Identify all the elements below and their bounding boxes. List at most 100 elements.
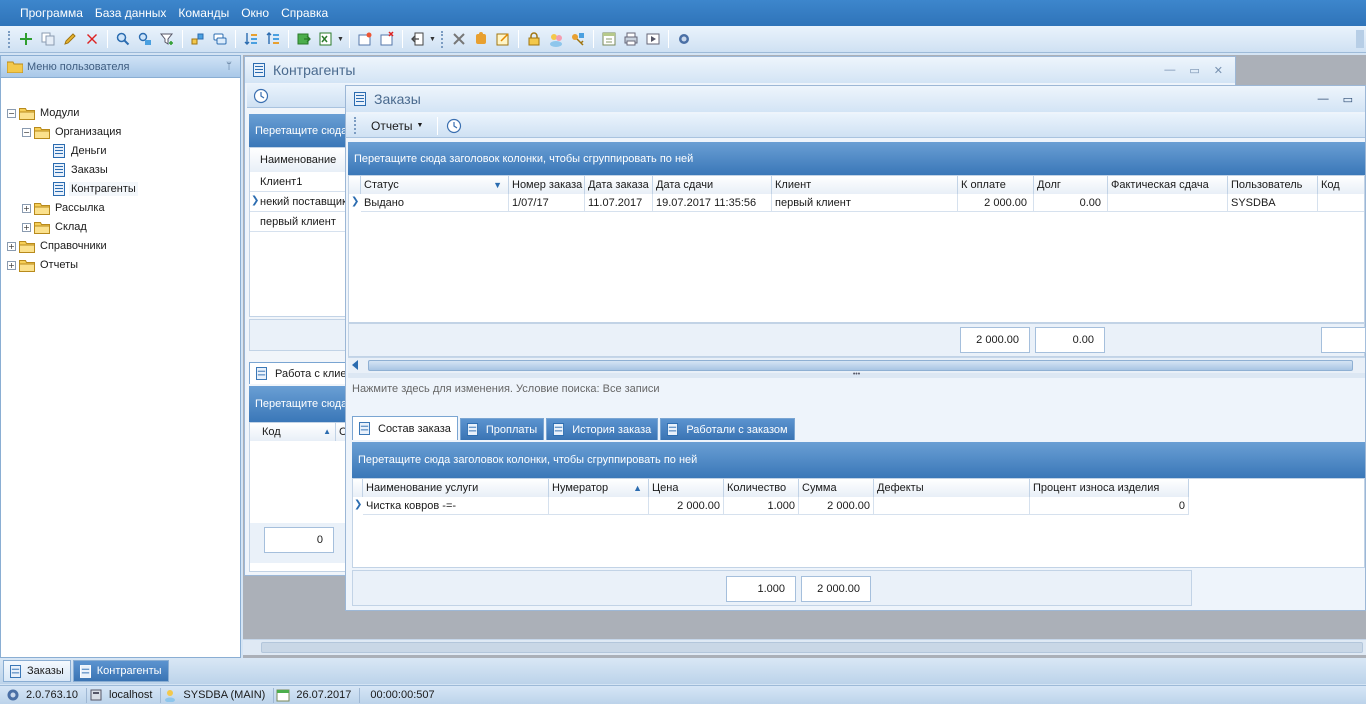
client-group-bar[interactable]: Перетащите сюда xyxy=(249,386,348,422)
column-header[interactable]: Клиент xyxy=(772,176,958,194)
lock-icon[interactable] xyxy=(523,28,545,50)
copy-icon[interactable] xyxy=(37,28,59,50)
export-icon[interactable] xyxy=(293,28,315,50)
menu-commands[interactable]: Команды xyxy=(172,2,235,24)
collapse-icon[interactable]: − xyxy=(22,127,31,137)
tab-client-work[interactable]: Работа с клиентом xyxy=(249,362,348,384)
chevron-down-icon[interactable]: ▼ xyxy=(429,36,437,43)
toolbar-overflow[interactable] xyxy=(1356,30,1364,48)
tree-item[interactable]: + Отчеты xyxy=(7,256,80,274)
exit-icon[interactable] xyxy=(407,28,429,50)
notes-icon[interactable] xyxy=(492,28,514,50)
column-header[interactable]: Статус ▼ xyxy=(361,176,509,194)
column-header-name[interactable]: Наименование xyxy=(250,148,348,172)
minimize-icon[interactable]: — xyxy=(1318,93,1329,106)
comments-icon[interactable] xyxy=(209,28,231,50)
column-header[interactable]: Дата сдачи xyxy=(653,176,772,194)
menu-window[interactable]: Окно xyxy=(235,2,275,24)
orders-title-bar[interactable]: Заказы — ▭ xyxy=(346,86,1365,112)
column-header[interactable]: Пользователь xyxy=(1228,176,1318,194)
tab-order-detail-2[interactable]: История заказа xyxy=(546,418,659,440)
info-icon[interactable] xyxy=(673,28,695,50)
clock-icon[interactable] xyxy=(253,88,269,104)
table-cell[interactable]: 2 000.00 xyxy=(958,194,1034,212)
maximize-icon[interactable]: ▭ xyxy=(1343,93,1353,106)
close-window-icon[interactable] xyxy=(376,28,398,50)
pin-icon[interactable]: ᛘ xyxy=(226,61,232,72)
filter-condition[interactable]: Нажмите здесь для изменения. Условие пои… xyxy=(348,380,1365,398)
tree-item[interactable]: + Рассылка xyxy=(22,199,107,217)
new-window-icon[interactable] xyxy=(354,28,376,50)
column-header[interactable]: Дата заказа xyxy=(585,176,653,194)
collapse-icon[interactable]: − xyxy=(7,108,16,118)
toolbar-grip[interactable] xyxy=(8,30,11,48)
tab-order-detail-3[interactable]: Работали с заказом xyxy=(660,418,795,440)
scroll-thumb[interactable] xyxy=(368,360,1353,371)
scroll-left-icon[interactable] xyxy=(352,360,358,370)
sort-desc-icon[interactable] xyxy=(262,28,284,50)
table-cell[interactable]: SYSDBA xyxy=(1228,194,1318,212)
tree-item[interactable]: Деньги xyxy=(37,142,109,160)
edit-icon[interactable] xyxy=(59,28,81,50)
reports-dropdown[interactable]: Отчеты ▼ xyxy=(361,116,433,136)
table-cell[interactable]: 2 000.00 xyxy=(799,497,874,515)
calendar-icon[interactable] xyxy=(598,28,620,50)
table-cell[interactable]: 1/07/17 xyxy=(509,194,585,212)
export-excel-icon[interactable] xyxy=(315,28,337,50)
column-header[interactable]: Долг xyxy=(1034,176,1108,194)
table-cell[interactable]: 0.00 xyxy=(1034,194,1108,212)
table-cell[interactable]: 11.07.2017 xyxy=(585,194,653,212)
table-cell[interactable]: 19.07.2017 11:35:56 xyxy=(653,194,772,212)
minimize-icon[interactable]: — xyxy=(1164,64,1175,77)
add-icon[interactable] xyxy=(15,28,37,50)
table-cell[interactable]: 2 000.00 xyxy=(649,497,724,515)
column-header-code[interactable]: Код ▲ xyxy=(250,423,336,441)
table-row[interactable]: некий поставщик xyxy=(250,192,348,212)
tools-icon[interactable] xyxy=(448,28,470,50)
menu-help[interactable]: Справка xyxy=(275,2,334,24)
toolbar-grip[interactable] xyxy=(354,117,357,134)
scroll-thumb[interactable] xyxy=(261,642,1363,653)
print-icon[interactable] xyxy=(620,28,642,50)
table-cell[interactable]: Чистка ковров -=- xyxy=(363,497,549,515)
table-cell[interactable]: первый клиент xyxy=(772,194,958,212)
expand-icon[interactable]: + xyxy=(22,203,31,213)
column-header[interactable]: Цена xyxy=(649,479,724,497)
splitter-handle[interactable]: ••• xyxy=(348,371,1365,378)
column-header[interactable]: Процент износа изделия xyxy=(1030,479,1189,497)
tree-item[interactable]: − Модули xyxy=(7,104,81,122)
detail-group-bar[interactable]: Перетащите сюда заголовок колонки, чтобы… xyxy=(352,442,1365,478)
table-row[interactable]: первый клиент xyxy=(250,212,348,232)
table-cell[interactable] xyxy=(874,497,1030,515)
column-header[interactable]: Количество xyxy=(724,479,799,497)
key-icon[interactable] xyxy=(567,28,589,50)
filter-dropdown-icon[interactable]: ▼ xyxy=(493,176,502,194)
table-row[interactable]: Клиент1 xyxy=(250,172,348,192)
expand-icon[interactable]: + xyxy=(7,241,16,251)
table-cell[interactable]: 1.000 xyxy=(724,497,799,515)
tree-expand-icon[interactable] xyxy=(187,28,209,50)
workspace-hscrollbar[interactable] xyxy=(243,639,1366,655)
taskbar-orders[interactable]: Заказы xyxy=(3,660,71,682)
column-header[interactable]: Код xyxy=(1318,176,1364,194)
play-icon[interactable] xyxy=(642,28,664,50)
table-cell[interactable] xyxy=(1318,194,1364,212)
tree-item[interactable]: + Склад xyxy=(22,218,89,236)
find-icon[interactable] xyxy=(112,28,134,50)
clock-icon[interactable] xyxy=(446,118,462,134)
find-replace-icon[interactable] xyxy=(134,28,156,50)
tree-item[interactable]: − Организация xyxy=(22,123,123,141)
column-header[interactable]: Фактическая сдача xyxy=(1108,176,1228,194)
chevron-down-icon[interactable]: ▼ xyxy=(337,36,345,43)
table-cell[interactable]: Выдано xyxy=(361,194,509,212)
taskbar-counterparties[interactable]: Контрагенты xyxy=(72,660,169,682)
expand-icon[interactable]: + xyxy=(7,260,16,270)
tree-item[interactable]: + Справочники xyxy=(7,237,109,255)
tab-order-detail-1[interactable]: Проплаты xyxy=(459,418,545,440)
puzzle-icon[interactable] xyxy=(470,28,492,50)
column-header[interactable]: К оплате xyxy=(958,176,1034,194)
maximize-icon[interactable]: ▭ xyxy=(1189,64,1199,77)
table-cell[interactable]: 0 xyxy=(1030,497,1189,515)
delete-icon[interactable] xyxy=(81,28,103,50)
users-icon[interactable] xyxy=(545,28,567,50)
